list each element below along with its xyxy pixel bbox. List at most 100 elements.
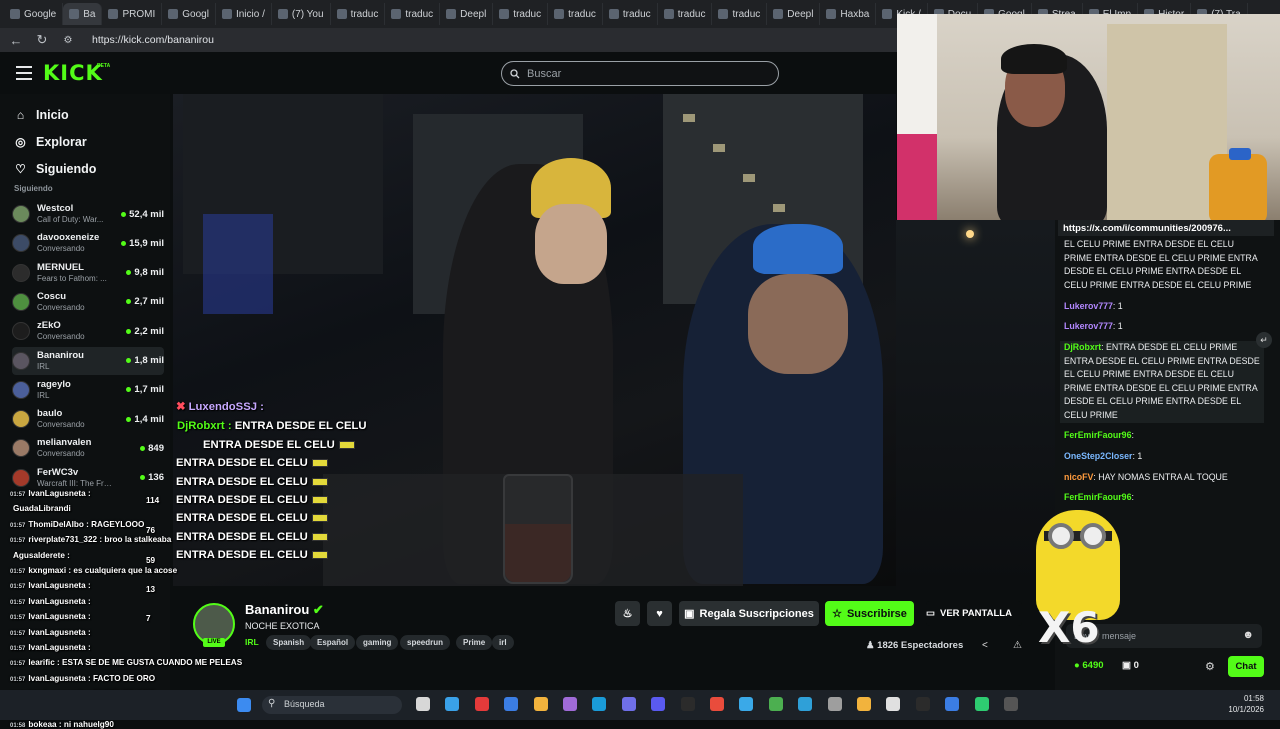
heart-icon: ♥ xyxy=(656,607,663,620)
recording-icon[interactable] xyxy=(1004,697,1018,711)
subscribe-button[interactable]: ☆ Suscribirse xyxy=(825,601,914,626)
tab-title: Google xyxy=(24,8,57,20)
task-view-icon[interactable] xyxy=(416,697,430,711)
browser-tab[interactable]: traduc xyxy=(493,3,549,25)
scroll-icon[interactable]: ↵ xyxy=(1256,332,1272,348)
gift-subs-button[interactable]: ▣ Regala Suscripciones xyxy=(679,601,819,626)
stream-title: NOCHE EXOTICA xyxy=(245,621,320,631)
browser-tab[interactable]: Haxba xyxy=(820,3,877,25)
report-icon[interactable]: ⚠ xyxy=(1013,640,1022,651)
view-screen-button[interactable]: ▭ VER PANTALLA xyxy=(926,601,1022,626)
chrome-blue-icon[interactable] xyxy=(798,697,813,711)
reload-icon[interactable]: ↻ xyxy=(34,32,50,48)
chat-username[interactable]: FerEmirFaour96 xyxy=(1064,492,1131,502)
channel-category: IRL xyxy=(37,361,50,371)
browser-tab[interactable]: Ba xyxy=(63,3,103,25)
browser-tab[interactable]: Googl xyxy=(162,3,216,25)
back-icon[interactable]: ← xyxy=(8,33,24,48)
url-field[interactable]: https://kick.com/bananirou xyxy=(92,34,214,46)
browser-tab[interactable]: Inicio / xyxy=(216,3,272,25)
browser-tab[interactable]: Google xyxy=(4,3,64,25)
browser-tab[interactable]: traduc xyxy=(548,3,603,25)
settings-icon[interactable] xyxy=(827,697,842,711)
site-info-icon[interactable]: ⚙ xyxy=(60,35,76,46)
chat-message: Lukerov777: 1 xyxy=(1064,300,1264,314)
nav-explore[interactable]: ◎ Explorar xyxy=(14,135,86,149)
chat-send-button[interactable]: Chat xyxy=(1228,656,1264,677)
browser-tab[interactable]: Deepl xyxy=(767,3,821,25)
copilot-icon[interactable] xyxy=(445,697,460,711)
taskbar-search[interactable]: ⚲ Búsqueda xyxy=(262,696,402,714)
sidebar-channel[interactable]: Westcol Call of Duty: War... 52,4 mil xyxy=(12,200,164,228)
chat-settings-icon[interactable]: ⚙ xyxy=(1205,660,1215,673)
chrome-icon[interactable] xyxy=(710,697,724,711)
chat-username[interactable]: DjRobxrt xyxy=(1064,342,1101,352)
stream-category[interactable]: IRL xyxy=(245,637,259,647)
stream-tag[interactable]: Español xyxy=(310,635,356,650)
channel-viewers: 136 xyxy=(140,472,164,483)
discord-icon[interactable] xyxy=(621,697,636,711)
notification-bell-button[interactable]: ♨ xyxy=(615,601,640,626)
kick-logo[interactable]: KICK xyxy=(43,61,103,85)
tab-title: traduc xyxy=(677,8,706,20)
channel-category: Conversando xyxy=(37,332,85,342)
sidebar-channel[interactable]: MERNUEL Fears to Fathom: ... 9,8 mil xyxy=(12,259,164,287)
sidebar-channel[interactable]: zEkO Conversando 2,2 mil xyxy=(12,317,164,345)
chat-username[interactable]: nicoFV xyxy=(1064,472,1093,482)
tool-icon[interactable] xyxy=(886,697,901,711)
stream-tag[interactable]: Spanish xyxy=(266,635,312,650)
pen-app-icon[interactable] xyxy=(563,697,577,711)
follow-button[interactable]: ♥ xyxy=(647,601,672,626)
chat-username[interactable]: OneStep2Closer xyxy=(1064,451,1132,461)
sidebar-channel[interactable]: melianvalen Conversando 849 xyxy=(12,434,164,462)
terminal-icon[interactable] xyxy=(680,697,695,711)
browser-tab[interactable]: (7) You xyxy=(272,3,331,25)
outlook-icon[interactable] xyxy=(945,697,960,711)
browser-icon[interactable] xyxy=(504,697,519,711)
streamer-name[interactable]: Bananirou ✔ xyxy=(245,602,324,618)
chat-username[interactable]: FerEmirFaour96 xyxy=(1064,430,1131,440)
tab-title: traduc xyxy=(732,8,761,20)
notepad-icon[interactable] xyxy=(739,697,754,711)
nav-following[interactable]: ♡ Siguiendo xyxy=(14,162,96,176)
bell-icon: ♨ xyxy=(622,608,633,620)
opera-icon[interactable] xyxy=(474,697,489,711)
sidebar-channel[interactable]: Bananirou IRL 1,8 mil xyxy=(12,346,164,375)
channel-viewer-count: 849 xyxy=(148,442,164,454)
notes-icon[interactable] xyxy=(857,697,871,711)
browser-tab[interactable]: traduc xyxy=(712,3,768,25)
menu-icon[interactable] xyxy=(16,66,32,80)
browser-tab[interactable]: traduc xyxy=(331,3,386,25)
overlay-chat-content: learific : ESTA SE DE ME GUSTA CUANDO ME… xyxy=(28,658,243,668)
whatsapp-icon[interactable] xyxy=(974,697,989,711)
browser-tab[interactable]: Deepl xyxy=(440,3,494,25)
vscode-icon[interactable] xyxy=(651,697,666,711)
stream-tag[interactable]: irl xyxy=(492,635,514,650)
search-input[interactable]: Buscar xyxy=(501,61,779,86)
browser-tab[interactable]: PROMI xyxy=(102,3,163,25)
stream-tag[interactable]: gaming xyxy=(356,635,399,650)
file-explorer-icon[interactable] xyxy=(533,697,548,711)
sidebar-channel[interactable]: davooxeneize Conversando 15,9 mil xyxy=(12,229,164,257)
pinned-message[interactable]: https://x.com/i/communities/200976... xyxy=(1058,220,1274,236)
browser-tab[interactable]: traduc xyxy=(385,3,441,25)
sidebar-channel[interactable]: FerWC3v Warcraft III: The Froze... 136 xyxy=(12,464,164,492)
edge-icon[interactable] xyxy=(592,697,607,711)
nav-home[interactable]: ⌂ Inicio xyxy=(14,108,69,122)
browser-tab[interactable]: traduc xyxy=(658,3,713,25)
channel-avatar xyxy=(12,410,30,429)
chat-username[interactable]: Lukerov777 xyxy=(1064,321,1113,331)
share-icon[interactable]: < xyxy=(982,640,988,651)
system-clock[interactable]: 01:58 10/1/2026 xyxy=(1216,693,1264,715)
chrome-green-icon[interactable] xyxy=(768,697,783,711)
capcut-icon[interactable] xyxy=(915,697,930,711)
chat-username[interactable]: Lukerov777 xyxy=(1064,301,1113,311)
windows-start-icon[interactable] xyxy=(237,698,251,712)
sidebar-channel[interactable]: Coscu Conversando 2,7 mil xyxy=(12,288,164,316)
stream-tag[interactable]: Prime xyxy=(456,635,493,650)
stream-tag[interactable]: speedrun xyxy=(400,635,451,650)
sidebar-channel[interactable]: rageylo IRL 1,7 mil xyxy=(12,376,164,404)
sidebar-channel[interactable]: baulo Conversando 1,4 mil xyxy=(12,405,164,433)
emoji-icon[interactable]: ☻ xyxy=(1242,629,1254,641)
browser-tab[interactable]: traduc xyxy=(603,3,658,25)
